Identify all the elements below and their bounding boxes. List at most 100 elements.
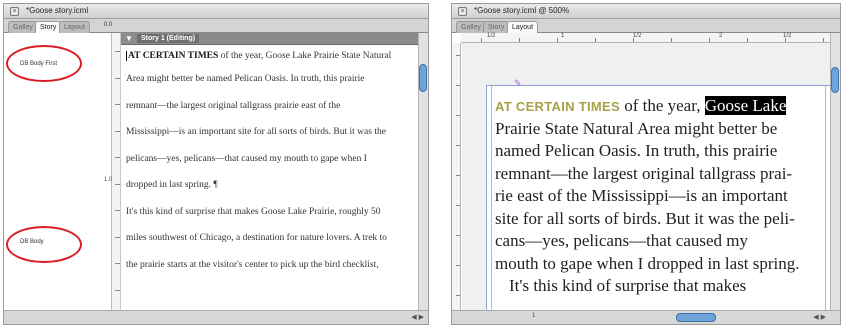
ruler-tick	[456, 55, 460, 56]
line-text: named Pelican Oasis. In truth, this prai…	[495, 141, 778, 160]
selected-text[interactable]: Goose Lake	[704, 96, 787, 115]
ruler-tick	[709, 38, 710, 42]
ruler-tick	[115, 237, 120, 238]
line-text: Mississippi—is an important site for all…	[126, 127, 386, 137]
line-text: miles southwest of Chicago, a destinatio…	[126, 233, 387, 243]
layout-window: × *Goose story.icml @ 500% Galley Story …	[451, 3, 841, 325]
horizontal-ruler[interactable]: 1/2 1 1/2 2 1/2	[461, 33, 830, 43]
story-line: Mississippi—is an important site for all…	[126, 119, 416, 146]
ruler-tick	[115, 51, 120, 52]
layout-window-title: *Goose story.icml @ 500%	[474, 6, 570, 15]
story-line: pelicans—yes, pelicans—that caused my mo…	[126, 146, 416, 173]
ruler-tick	[456, 85, 460, 86]
story-editor-window: × *Goose story.icml Galley Story Layout …	[3, 3, 429, 325]
layout-line: site for all sorts of birds. But it was …	[495, 208, 800, 231]
ruler-label: 1/2	[633, 33, 642, 39]
layout-line: AT CERTAIN TIMES of the year, Goose Lake	[495, 95, 800, 118]
ruler-tick	[115, 157, 120, 158]
ruler-tick	[115, 210, 120, 211]
ruler-tick	[633, 38, 634, 42]
column-guide	[491, 86, 492, 310]
story-horizontal-scrollbar[interactable]: ◀ ▶	[4, 310, 428, 324]
line-text: It's this kind of surprise that makes	[509, 276, 747, 295]
ruler-tick	[115, 263, 120, 264]
tab-story[interactable]: Story	[35, 21, 62, 33]
lead-in-text: AT CERTAIN TIMES	[495, 99, 620, 114]
tab-galley[interactable]: Galley	[8, 21, 38, 33]
close-icon[interactable]: ×	[10, 7, 19, 16]
story-line: It's this kind of surprise that makes Go…	[126, 199, 416, 226]
line-text: of the year,	[619, 96, 705, 115]
ruler-tick	[456, 295, 460, 296]
ruler-tick	[456, 115, 460, 116]
ruler-tick	[115, 78, 120, 79]
ruler-tick	[456, 145, 460, 146]
story-tabbar: Galley Story Layout 0.0	[4, 19, 428, 33]
scroll-thumb[interactable]	[419, 64, 427, 92]
tab-story[interactable]: Story	[483, 21, 510, 33]
line-text: It's this kind of surprise that makes Go…	[126, 206, 381, 217]
column-guide	[825, 86, 826, 310]
vertical-ruler[interactable]	[452, 43, 461, 310]
story-line: miles southwest of Chicago, a destinatio…	[126, 225, 416, 252]
story-line: Area might better be named Pelican Oasis…	[126, 66, 416, 93]
scroll-thumb[interactable]	[676, 313, 716, 322]
ruler-tick	[823, 38, 824, 42]
layout-horizontal-scrollbar[interactable]: 1 ◀ ▶	[452, 310, 840, 324]
layout-text[interactable]: AT CERTAIN TIMES of the year, Goose Lake…	[495, 95, 800, 298]
expand-triangle-icon[interactable]: ▼	[125, 34, 133, 44]
story-vertical-scrollbar[interactable]	[418, 33, 428, 310]
ruler-tick	[115, 290, 120, 291]
highlight-ring	[6, 45, 82, 82]
line-text: rie east of the Mississippi—is an import…	[495, 186, 788, 205]
story-label: Story 1 (Editing)	[137, 34, 200, 43]
tab-layout[interactable]: Layout	[59, 21, 91, 33]
ruler-tick	[671, 38, 672, 42]
line-text: dropped in last spring. ¶	[126, 180, 218, 190]
line-text: Area might better be named Pelican Oasis…	[126, 74, 365, 84]
story-text-area[interactable]: AT CERTAIN TIMES of the year, Goose Lake…	[126, 47, 416, 278]
layout-line: remnant—the largest original tallgrass p…	[495, 163, 800, 186]
tab-layout[interactable]: Layout	[507, 21, 539, 33]
line-text: cans—yes, pelicans—that caused my	[495, 231, 749, 250]
line-text: Prairie State Natural Area might better …	[495, 118, 778, 138]
ruler-tick	[456, 205, 460, 206]
lead-in-text: AT CERTAIN TIMES	[128, 51, 219, 61]
ruler-tick	[519, 38, 520, 42]
story-titlebar[interactable]: × *Goose story.icml	[4, 4, 428, 19]
line-text: pelicans—yes, pelicans—that caused my mo…	[126, 153, 367, 164]
line-text: of the year, Goose Lake Prairie State Na…	[218, 51, 392, 61]
story-column-header[interactable]: ▼ Story 1 (Editing)	[121, 33, 418, 45]
layout-line: cans—yes, pelicans—that caused my	[495, 230, 800, 253]
story-line: the prairie starts at the visitor's cent…	[126, 252, 416, 279]
layout-titlebar[interactable]: × *Goose story.icml @ 500%	[452, 4, 840, 19]
pasteboard[interactable]: ✎ AT CERTAIN TIMES of the year, Goose La…	[462, 43, 830, 310]
story-line: AT CERTAIN TIMES of the year, Goose Lake…	[126, 47, 416, 66]
ruler-tick	[115, 184, 120, 185]
layout-line: Prairie State Natural Area might better …	[495, 118, 800, 141]
story-anchor-icon: ✎	[514, 78, 522, 88]
ruler-tick	[456, 175, 460, 176]
ruler-origin-label: 0.0	[104, 22, 113, 28]
ruler-tick	[785, 38, 786, 42]
ruler-label: 1/2	[487, 33, 496, 39]
tab-galley[interactable]: Galley	[456, 21, 486, 33]
scroll-arrows-icon[interactable]: ◀ ▶	[411, 313, 424, 321]
line-text: site for all sorts of birds. But it was …	[495, 208, 795, 228]
ruler-tick	[456, 235, 460, 236]
ruler-tick	[115, 131, 120, 132]
layout-line: named Pelican Oasis. In truth, this prai…	[495, 140, 800, 163]
ruler-tick	[557, 38, 558, 42]
ruler-tick	[115, 104, 120, 105]
story-line: dropped in last spring. ¶	[126, 172, 416, 199]
close-icon[interactable]: ×	[458, 7, 467, 16]
line-text: the prairie starts at the visitor's cent…	[126, 259, 379, 270]
page-number-field[interactable]: 1	[532, 313, 535, 319]
layout-vertical-scrollbar[interactable]	[830, 33, 840, 310]
layout-line: It's this kind of surprise that makes	[495, 275, 800, 298]
scroll-arrows-icon[interactable]: ◀ ▶	[813, 313, 826, 321]
layout-line: mouth to gape when I dropped in last spr…	[495, 253, 800, 276]
scroll-thumb[interactable]	[831, 67, 839, 93]
line-text: remnant—the largest original tallgrass p…	[495, 163, 793, 183]
depth-ruler	[112, 33, 121, 310]
